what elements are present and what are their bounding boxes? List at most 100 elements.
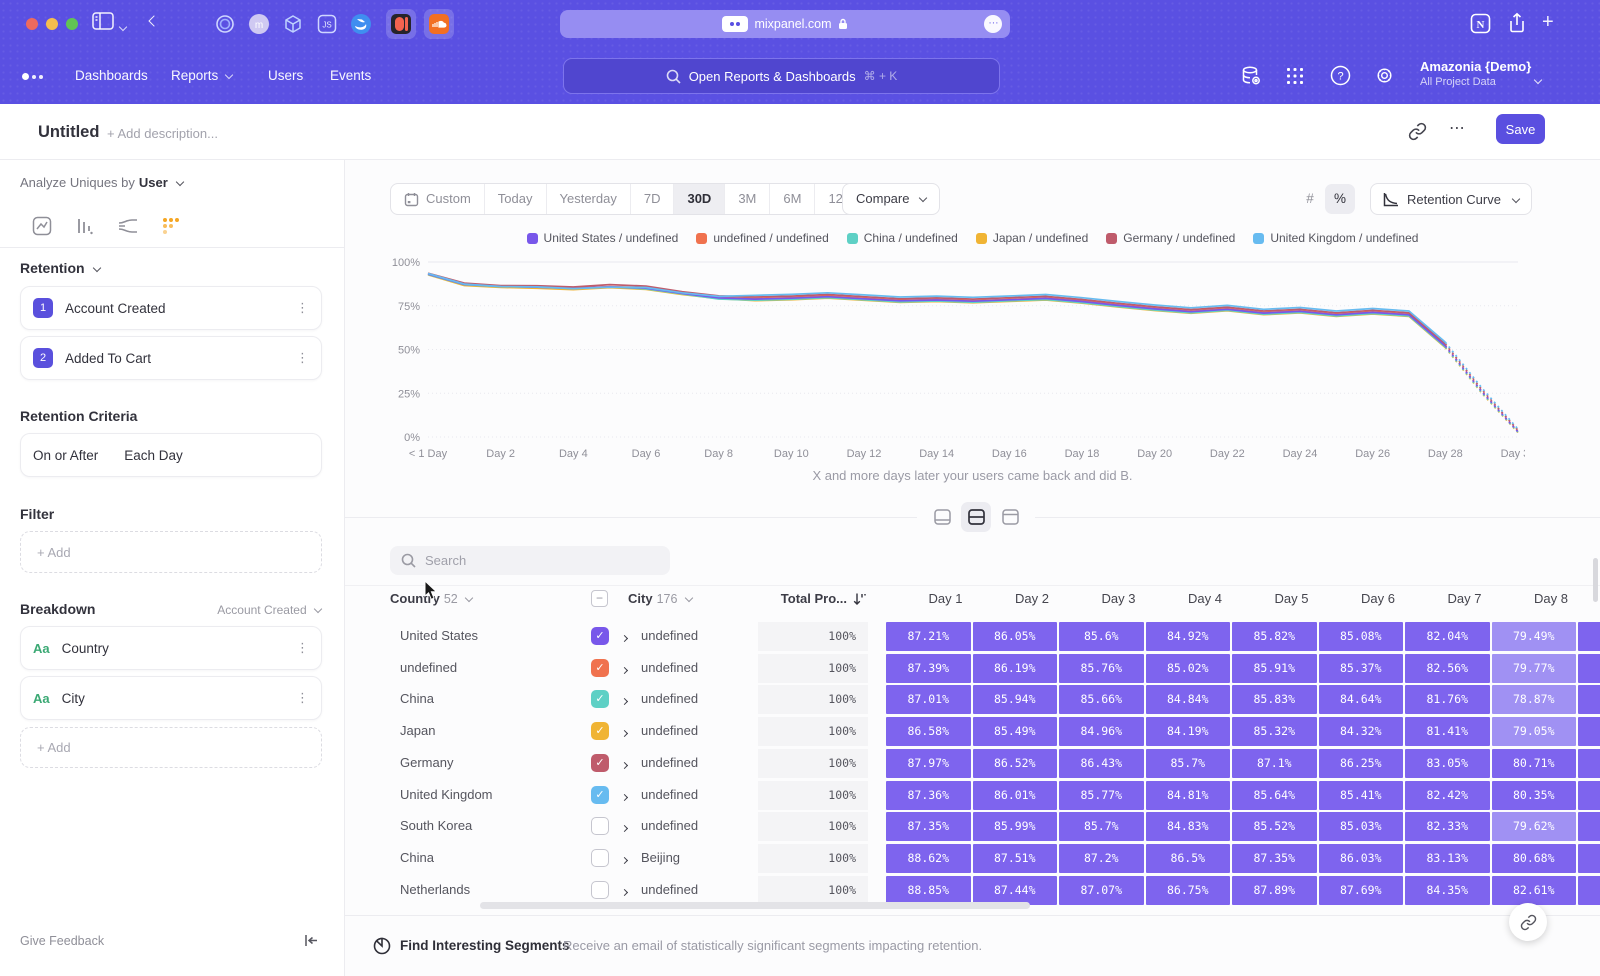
retention-cell-day-7[interactable]: 82.04%: [1405, 622, 1490, 651]
table-row[interactable]: undefined✓undefined100%87.39%86.19%85.76…: [345, 654, 1600, 683]
retention-cell-day-4[interactable]: 84.92%: [1146, 622, 1231, 651]
close-window-button[interactable]: [26, 18, 38, 30]
retention-cell-day-1[interactable]: 87.39%: [886, 654, 971, 683]
favicon-active-logo-icon[interactable]: [386, 9, 416, 39]
retention-cell-partial[interactable]: [1578, 654, 1600, 683]
retention-cell-partial[interactable]: [1578, 749, 1600, 778]
retention-cell-day-4[interactable]: 84.19%: [1146, 717, 1231, 746]
retention-cell-day-1[interactable]: 87.97%: [886, 749, 971, 778]
legend-item[interactable]: Germany / undefined: [1106, 231, 1235, 245]
retention-cell-day-8[interactable]: 79.77%: [1492, 654, 1577, 683]
settings-gear-icon[interactable]: [1374, 65, 1395, 91]
share-link-fab[interactable]: [1509, 903, 1547, 941]
analyze-uniques-row[interactable]: Analyze Uniques byUser: [20, 175, 183, 190]
legend-item[interactable]: undefined / undefined: [696, 231, 828, 245]
retention-line-chart[interactable]: 0%25%50%75%100%< 1 DayDay 2Day 4Day 6Day…: [390, 252, 1525, 468]
retention-cell-day-3[interactable]: 87.07%: [1059, 876, 1144, 905]
retention-cell-day-3[interactable]: 85.7%: [1059, 812, 1144, 841]
retention-cell-day-8[interactable]: 78.87%: [1492, 685, 1577, 714]
zoom-window-button[interactable]: [66, 18, 78, 30]
expand-chevron-icon[interactable]: [622, 757, 627, 775]
retention-cell-day-8[interactable]: 79.62%: [1492, 812, 1577, 841]
range-button-3m[interactable]: 3M: [724, 184, 769, 214]
retention-section-title[interactable]: Retention: [20, 260, 100, 276]
range-button-yesterday[interactable]: Yesterday: [546, 184, 630, 214]
retention-cell-day-1[interactable]: 88.62%: [886, 844, 971, 873]
retention-cell-partial[interactable]: [1578, 717, 1600, 746]
column-city[interactable]: City176: [628, 591, 692, 606]
row-checkbox-checked[interactable]: ✓: [591, 627, 609, 645]
retention-cell-day-7[interactable]: 83.05%: [1405, 749, 1490, 778]
range-button-6m[interactable]: 6M: [769, 184, 814, 214]
expand-chevron-icon[interactable]: [622, 662, 627, 680]
tab-overview-chevron-icon[interactable]: [120, 19, 126, 37]
nav-users[interactable]: Users: [268, 48, 303, 104]
row-checkbox-unchecked[interactable]: [591, 817, 609, 835]
kebab-menu-icon[interactable]: ⋮: [296, 690, 309, 706]
retention-cell-day-3[interactable]: 85.77%: [1059, 781, 1144, 810]
sort-descending-icon[interactable]: [853, 592, 867, 611]
retention-cell-day-7[interactable]: 82.33%: [1405, 812, 1490, 841]
legend-item[interactable]: United Kingdom / undefined: [1253, 231, 1418, 245]
row-checkbox-checked[interactable]: ✓: [591, 754, 609, 772]
expand-chevron-icon[interactable]: [622, 693, 627, 711]
absolute-numbers-toggle[interactable]: #: [1295, 184, 1325, 214]
table-row[interactable]: United States✓undefined100%87.21%86.05%8…: [345, 622, 1600, 651]
favicon-soundcloud-icon[interactable]: [424, 9, 454, 39]
expand-chevron-icon[interactable]: [622, 725, 627, 743]
expand-chevron-icon[interactable]: [622, 884, 627, 902]
retention-cell-day-7[interactable]: 81.76%: [1405, 685, 1490, 714]
nav-reports[interactable]: Reports: [171, 48, 232, 104]
add-breakdown-button[interactable]: + Add: [20, 727, 322, 768]
retention-cell-day-1[interactable]: 87.35%: [886, 812, 971, 841]
column-total-projected[interactable]: Total Pro...: [745, 591, 847, 606]
row-checkbox-unchecked[interactable]: [591, 849, 609, 867]
retention-step-1[interactable]: 1 Account Created ⋮: [20, 286, 322, 330]
column-day-5[interactable]: Day 5: [1232, 591, 1317, 606]
retention-cell-day-4[interactable]: 84.83%: [1146, 812, 1231, 841]
table-search-input[interactable]: Search: [390, 546, 670, 575]
legend-item[interactable]: China / undefined: [847, 231, 958, 245]
retention-cell-day-2[interactable]: 85.49%: [973, 717, 1058, 746]
retention-cell-day-6[interactable]: 85.41%: [1319, 781, 1404, 810]
retention-cell-partial[interactable]: [1578, 844, 1600, 873]
chart-only-view-button[interactable]: [927, 502, 957, 532]
retention-cell-day-3[interactable]: 84.96%: [1059, 717, 1144, 746]
data-management-icon[interactable]: [1240, 65, 1262, 92]
table-row[interactable]: United Kingdom✓undefined100%87.36%86.01%…: [345, 781, 1600, 810]
retention-cell-day-2[interactable]: 85.94%: [973, 685, 1058, 714]
column-day-7[interactable]: Day 7: [1405, 591, 1490, 606]
column-day-1[interactable]: Day 1: [886, 591, 971, 606]
address-bar[interactable]: mixpanel.com ⋯: [560, 10, 1010, 38]
retention-cell-day-1[interactable]: 87.01%: [886, 685, 971, 714]
expand-chevron-icon[interactable]: [622, 630, 627, 648]
tab-funnels[interactable]: [71, 212, 99, 240]
retention-cell-day-2[interactable]: 86.52%: [973, 749, 1058, 778]
breakdown-city[interactable]: Aa City ⋮: [20, 676, 322, 720]
table-row[interactable]: Germany✓undefined100%87.97%86.52%86.43%8…: [345, 749, 1600, 778]
retention-cell-day-4[interactable]: 84.81%: [1146, 781, 1231, 810]
retention-cell-day-2[interactable]: 85.99%: [973, 812, 1058, 841]
tab-insights[interactable]: [28, 212, 56, 240]
retention-cell-day-5[interactable]: 87.35%: [1232, 844, 1317, 873]
retention-cell-day-5[interactable]: 87.89%: [1232, 876, 1317, 905]
retention-cell-day-5[interactable]: 85.83%: [1232, 685, 1317, 714]
retention-cell-partial[interactable]: [1578, 876, 1600, 905]
table-row[interactable]: ChinaBeijing100%88.62%87.51%87.2%86.5%87…: [345, 844, 1600, 873]
breakdown-country[interactable]: Aa Country ⋮: [20, 626, 322, 670]
table-row[interactable]: South Koreaundefined100%87.35%85.99%85.7…: [345, 812, 1600, 841]
retention-cell-day-5[interactable]: 85.82%: [1232, 622, 1317, 651]
give-feedback-link[interactable]: Give Feedback: [20, 934, 104, 948]
retention-cell-day-3[interactable]: 87.2%: [1059, 844, 1144, 873]
expand-chevron-icon[interactable]: [622, 820, 627, 838]
table-only-view-button[interactable]: [995, 502, 1025, 532]
retention-cell-day-8[interactable]: 80.68%: [1492, 844, 1577, 873]
retention-criteria-card[interactable]: On or After Each Day: [20, 433, 322, 477]
retention-cell-day-2[interactable]: 86.05%: [973, 622, 1058, 651]
retention-cell-day-7[interactable]: 83.13%: [1405, 844, 1490, 873]
column-day-3[interactable]: Day 3: [1059, 591, 1144, 606]
retention-cell-day-6[interactable]: 86.03%: [1319, 844, 1404, 873]
retention-cell-day-1[interactable]: 88.85%: [886, 876, 971, 905]
range-button-30d[interactable]: 30D: [673, 184, 724, 214]
tab-flows[interactable]: [114, 212, 142, 240]
